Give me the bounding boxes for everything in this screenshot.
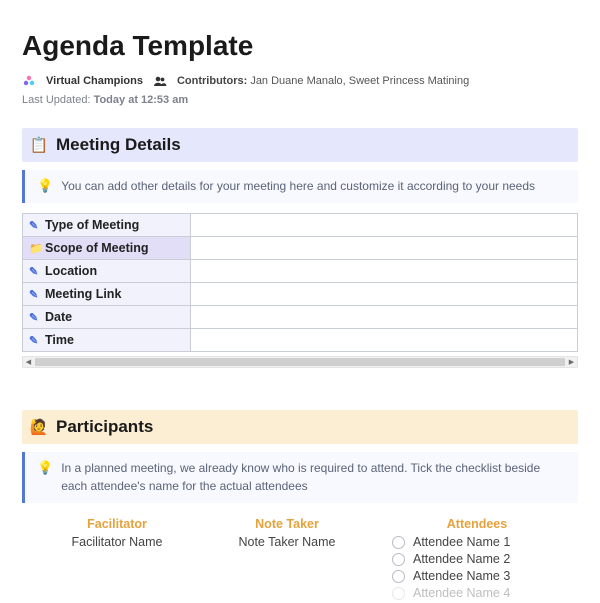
facilitator-heading: Facilitator: [42, 517, 192, 531]
row-value-cell[interactable]: [191, 329, 578, 352]
table-row: ✎Date: [23, 306, 578, 329]
last-updated-label: Last Updated:: [22, 94, 91, 106]
note-taker-name[interactable]: Note Taker Name: [212, 535, 362, 549]
facilitator-name[interactable]: Facilitator Name: [42, 535, 192, 549]
row-value-cell[interactable]: [191, 260, 578, 283]
attendee-checkbox[interactable]: [392, 570, 405, 583]
attendee-checkbox[interactable]: [392, 553, 405, 566]
attendee-name[interactable]: Attendee Name 4: [413, 586, 510, 600]
row-label: ✎Time: [23, 329, 191, 352]
notepad-icon: 📋: [30, 136, 48, 154]
last-updated-value: Today at 12:53 am: [94, 94, 189, 106]
row-label: 📁Scope of Meeting: [23, 237, 191, 260]
participants-columns: Facilitator Facilitator Name Note Taker …: [22, 513, 578, 603]
pencil-icon: ✎: [29, 265, 43, 278]
meeting-details-table: ✎Type of Meeting 📁Scope of Meeting ✎Loca…: [22, 213, 578, 352]
row-label: ✎Meeting Link: [23, 283, 191, 306]
contributors-icon: [153, 74, 167, 88]
note-taker-column: Note Taker Note Taker Name: [212, 517, 362, 603]
lightbulb-icon: 💡: [37, 460, 53, 477]
row-value-cell[interactable]: [191, 306, 578, 329]
facilitator-column: Facilitator Facilitator Name: [42, 517, 192, 603]
row-label: ✎Date: [23, 306, 191, 329]
attendee-row: Attendee Name 4: [382, 586, 572, 600]
workspace-logo-icon: [22, 74, 36, 88]
workspace-name[interactable]: Virtual Champions: [46, 75, 143, 87]
contributors-list[interactable]: Jan Duane Manalo, Sweet Princess Matinin…: [250, 75, 469, 87]
contributors-label: Contributors:: [177, 75, 247, 87]
horizontal-scrollbar[interactable]: [22, 356, 578, 368]
row-value-cell[interactable]: [191, 283, 578, 306]
row-label: ✎Type of Meeting: [23, 214, 191, 237]
section-header-participants: 🙋 Participants: [22, 410, 578, 444]
lightbulb-icon: 💡: [37, 178, 53, 195]
page-title: Agenda Template: [22, 30, 578, 62]
pencil-icon: ✎: [29, 219, 43, 232]
table-row: 📁Scope of Meeting: [23, 237, 578, 260]
attendee-row: Attendee Name 2: [382, 552, 572, 566]
meeting-details-heading: Meeting Details: [56, 135, 181, 155]
attendee-name[interactable]: Attendee Name 2: [413, 552, 510, 566]
last-updated: Last Updated: Today at 12:53 am: [22, 94, 578, 106]
attendee-name[interactable]: Attendee Name 3: [413, 569, 510, 583]
raised-hand-icon: 🙋: [30, 418, 48, 436]
table-row: ✎Meeting Link: [23, 283, 578, 306]
pencil-icon: ✎: [29, 311, 43, 324]
table-row: ✎Type of Meeting: [23, 214, 578, 237]
section-header-meeting-details: 📋 Meeting Details: [22, 128, 578, 162]
attendee-checkbox[interactable]: [392, 587, 405, 600]
row-value-cell[interactable]: [191, 237, 578, 260]
table-row: ✎Time: [23, 329, 578, 352]
row-label: ✎Location: [23, 260, 191, 283]
table-row: ✎Location: [23, 260, 578, 283]
pencil-icon: ✎: [29, 334, 43, 347]
attendee-name[interactable]: Attendee Name 1: [413, 535, 510, 549]
attendee-checkbox[interactable]: [392, 536, 405, 549]
attendee-row: Attendee Name 3: [382, 569, 572, 583]
note-taker-heading: Note Taker: [212, 517, 362, 531]
folder-icon: 📁: [29, 242, 43, 255]
callout-meeting-details: 💡 You can add other details for your mee…: [22, 170, 578, 203]
callout-participants: 💡 In a planned meeting, we already know …: [22, 452, 578, 503]
meta-row: Virtual Champions Contributors: Jan Duan…: [22, 74, 578, 88]
attendees-heading: Attendees: [382, 517, 572, 531]
callout-text: In a planned meeting, we already know wh…: [61, 460, 568, 495]
pencil-icon: ✎: [29, 288, 43, 301]
attendees-column: Attendees Attendee Name 1 Attendee Name …: [382, 517, 572, 603]
row-value-cell[interactable]: [191, 214, 578, 237]
callout-text: You can add other details for your meeti…: [61, 178, 535, 195]
participants-heading: Participants: [56, 417, 153, 437]
attendee-row: Attendee Name 1: [382, 535, 572, 549]
